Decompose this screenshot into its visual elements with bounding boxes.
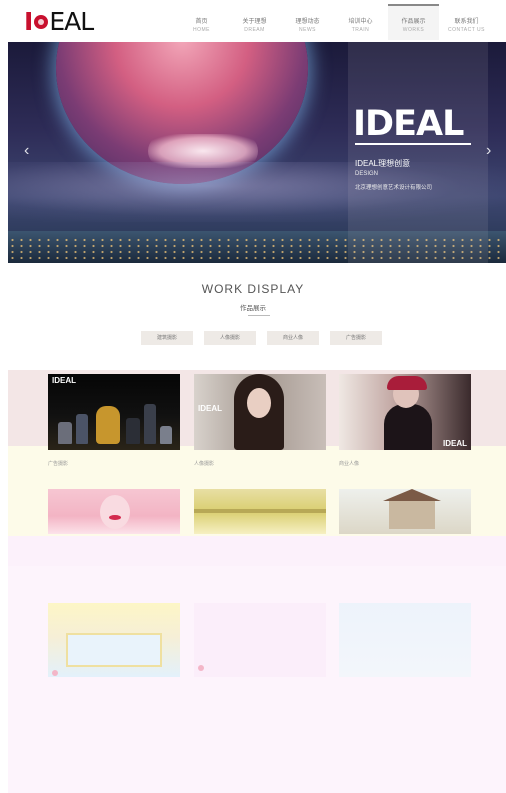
nav-label-en: NEWS <box>299 27 316 33</box>
perfume-bottle <box>160 426 172 444</box>
gallery-item-street[interactable] <box>194 489 326 534</box>
house-roof <box>383 489 441 501</box>
gallery-item-interior[interactable] <box>48 603 180 677</box>
perfume-bottle <box>126 418 140 444</box>
section-subtitle: 作品展示 <box>240 305 266 312</box>
hero-text-panel <box>348 42 488 263</box>
chevron-right-icon[interactable]: › <box>486 142 491 160</box>
nav-item-news[interactable]: 理想动态 NEWS <box>282 4 333 40</box>
street-road <box>194 509 326 513</box>
gallery-item-perfume[interactable]: IDEAL <box>48 374 180 450</box>
nav-item-home[interactable]: 首页 HOME <box>176 4 227 40</box>
nav-item-train[interactable]: 培训中心 TRAIN <box>335 4 386 40</box>
filter-commercial-portrait-button[interactable]: 商业人像 <box>267 331 319 345</box>
portrait-lips <box>109 515 121 520</box>
site-header: I EAL 首页 HOME 关于理想 DREAM 理想动态 NEWS 培训中心 … <box>0 0 506 42</box>
gallery-item-house[interactable] <box>339 489 471 534</box>
perfume-bottle <box>76 414 88 444</box>
gallery-item-portrait[interactable]: IDEAL <box>194 374 326 450</box>
perfume-bottle <box>58 422 72 444</box>
filter-advertising-button[interactable]: 广告摄影 <box>330 331 382 345</box>
hero-banner: ‹ › <box>8 42 506 263</box>
nav-label-cn: 理想动态 <box>295 19 320 25</box>
nav-label-cn: 作品展示 <box>401 19 426 25</box>
portrait-face <box>100 495 130 529</box>
gallery-item-faded[interactable] <box>339 603 471 677</box>
filter-portrait-button[interactable]: 人像摄影 <box>204 331 256 345</box>
gallery-caption: 人像摄影 <box>194 461 215 467</box>
nav-label-en: DREAM <box>244 27 265 33</box>
gallery-item-beauty[interactable] <box>48 489 180 534</box>
nav-item-dream[interactable]: 关于理想 DREAM <box>229 4 280 40</box>
gallery-band <box>8 566 506 793</box>
nav-label-cn: 关于理想 <box>242 19 267 25</box>
logo-flower-icon <box>34 15 49 29</box>
nav-label-cn: 培训中心 <box>348 19 373 25</box>
portrait-coat <box>384 404 432 450</box>
gallery-caption: 商业人像 <box>339 461 360 467</box>
category-filters: 建筑摄影 人像摄影 商业人像 广告摄影 <box>141 331 393 345</box>
decorative-dot <box>198 665 204 671</box>
logo-text: EAL <box>49 7 94 36</box>
nav-label-cn: 联系我们 <box>454 19 479 25</box>
interior-window <box>66 633 162 667</box>
perfume-bottle <box>96 406 120 444</box>
nav-label-en: CONTACT US <box>447 27 486 33</box>
thumb-logo: IDEAL <box>198 404 222 413</box>
gallery-band <box>8 536 506 566</box>
logo[interactable]: I EAL <box>24 7 94 36</box>
gallery-caption: 广告摄影 <box>48 461 69 467</box>
main-nav: 首页 HOME 关于理想 DREAM 理想动态 NEWS 培训中心 TRAIN … <box>174 4 492 40</box>
thumb-logo: IDEAL <box>443 439 467 448</box>
hero-company-name: 北京理想创意艺术设计有限公司 <box>355 185 433 191</box>
gallery-item-blank[interactable] <box>194 603 326 677</box>
portrait-hat <box>387 376 427 390</box>
nav-label-en: TRAIN <box>351 27 370 33</box>
hero-brand-title: IDEAL <box>353 104 464 144</box>
nav-label-cn: 首页 <box>195 19 208 25</box>
nav-label-en: WORKS <box>402 27 425 33</box>
nav-item-works[interactable]: 作品展示 WORKS <box>388 4 439 40</box>
thumb-logo: IDEAL <box>52 376 76 385</box>
portrait-face <box>247 388 271 418</box>
chevron-left-icon[interactable]: ‹ <box>24 142 29 160</box>
gallery-item-commercial-portrait[interactable]: IDEAL <box>339 374 471 450</box>
decorative-dot <box>52 670 58 676</box>
nav-item-contact[interactable]: 联系我们 CONTACT US <box>441 4 492 40</box>
hero-divider <box>355 143 471 145</box>
house-wall <box>389 499 435 529</box>
perfume-bottle <box>144 404 156 444</box>
logo-initial: I <box>24 7 34 36</box>
nav-label-en: HOME <box>193 27 210 33</box>
filter-architecture-button[interactable]: 建筑摄影 <box>141 331 193 345</box>
hero-subtitle: DESIGN <box>355 171 379 177</box>
section-title: WORK DISPLAY <box>201 282 305 296</box>
hero-tagline: IDEAL理想创意 <box>355 159 411 168</box>
section-divider <box>248 315 270 316</box>
